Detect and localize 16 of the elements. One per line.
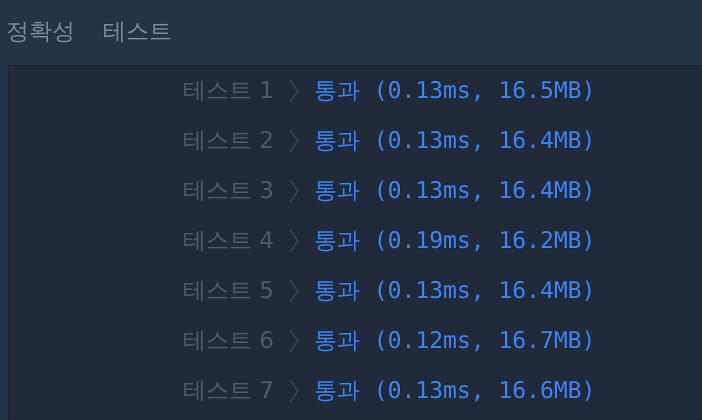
chevron-right-icon — [288, 78, 300, 104]
test-result: 통과 (0.13ms, 16.4MB) — [314, 276, 596, 306]
test-result: 통과 (0.13ms, 16.4MB) — [314, 126, 596, 156]
chevron-right-icon — [288, 178, 300, 204]
chevron-right-icon — [288, 228, 300, 254]
test-result: 통과 (0.13ms, 16.6MB) — [314, 376, 596, 406]
section-subtitle: 테스트 — [103, 18, 172, 48]
test-result: 통과 (0.13ms, 16.5MB) — [314, 76, 596, 106]
chevron-right-icon — [288, 328, 300, 354]
chevron-right-icon — [288, 378, 300, 404]
chevron-right-icon — [288, 278, 300, 304]
test-result: 통과 (0.19ms, 16.2MB) — [314, 226, 596, 256]
test-result: 통과 (0.13ms, 16.4MB) — [314, 176, 596, 206]
test-result: 통과 (0.12ms, 16.7MB) — [314, 326, 596, 356]
section-title: 정확성 — [6, 18, 75, 48]
chevron-right-icon — [288, 128, 300, 154]
